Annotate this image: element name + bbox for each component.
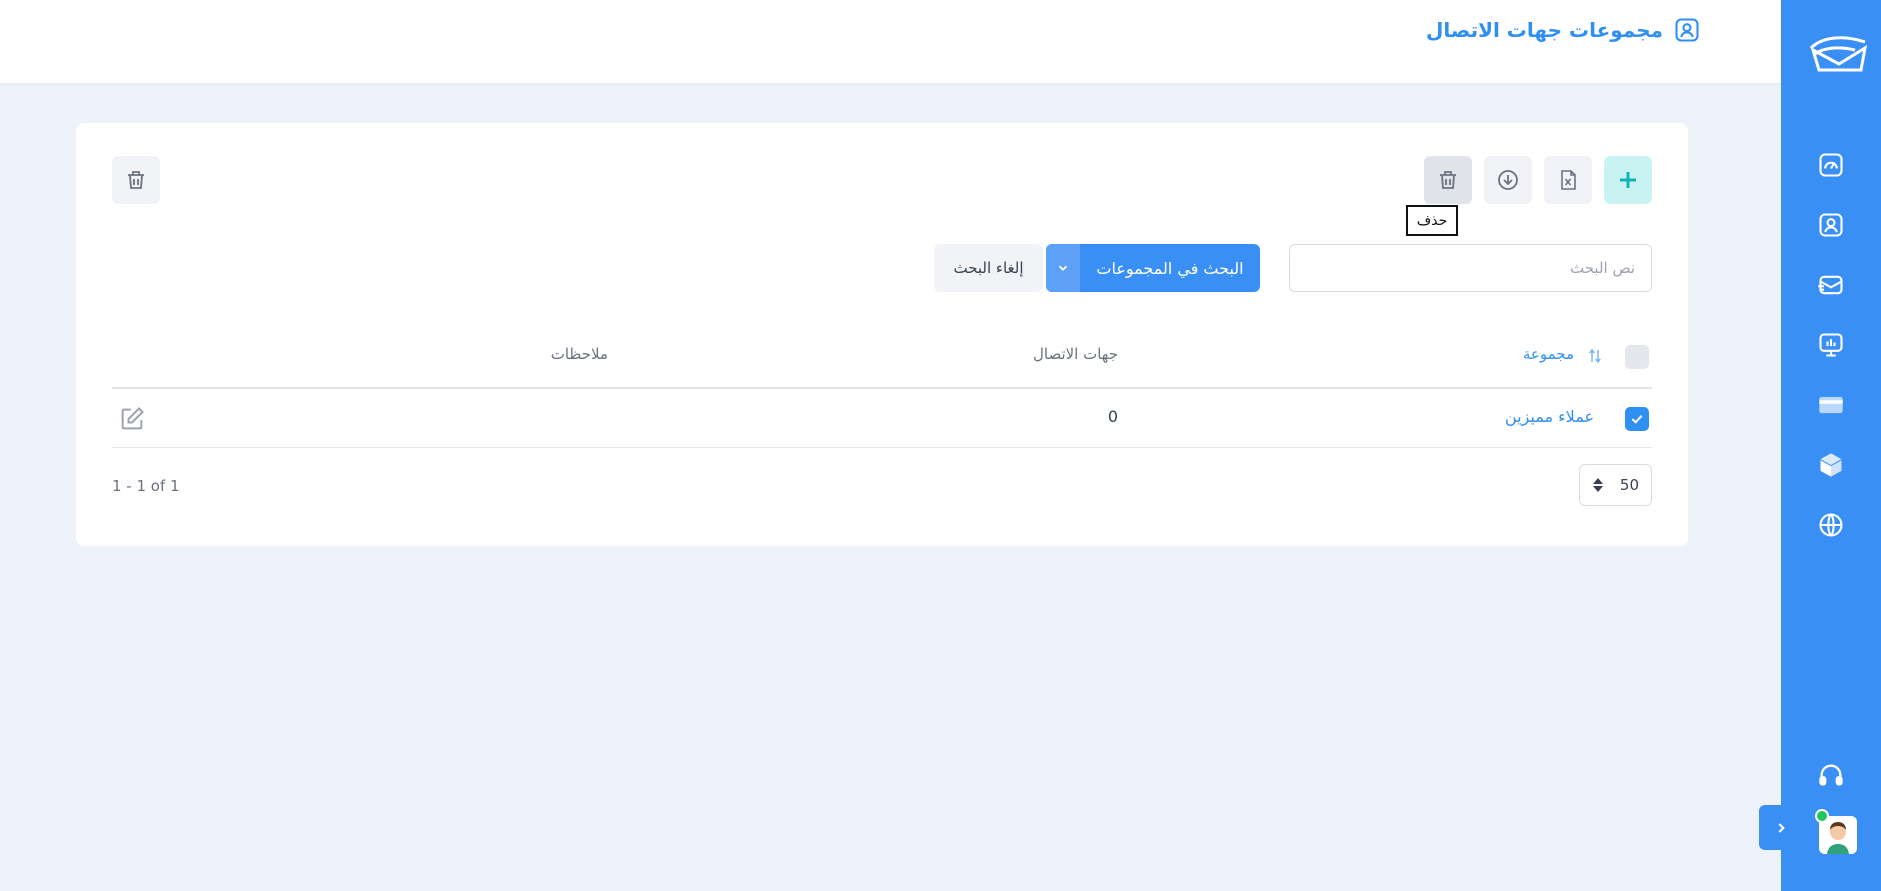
trash-icon: [128, 171, 144, 189]
groups-card: حذف البحث في المجموعات إلغاء البحث مجموع…: [76, 123, 1688, 546]
add-group-button[interactable]: [1604, 156, 1652, 204]
download-icon: [1498, 170, 1518, 190]
pagination-summary: 1 - 1 of 1: [112, 477, 180, 495]
dashboard-icon: [1819, 153, 1843, 177]
bulk-delete-button[interactable]: [112, 156, 160, 204]
search-groups-label: البحث في المجموعات: [1096, 258, 1244, 278]
sidebar-item-messages[interactable]: [1816, 270, 1846, 300]
sidebar-item-globe[interactable]: [1816, 510, 1846, 540]
contact-card-icon: [1675, 18, 1699, 42]
sidebar-item-dashboard[interactable]: [1816, 150, 1846, 180]
sidebar-item-billing[interactable]: [1816, 390, 1846, 420]
logo-icon[interactable]: [1805, 28, 1871, 78]
sidebar-item-packages[interactable]: [1816, 450, 1846, 480]
headset-icon: [1819, 764, 1843, 786]
row-checkbox[interactable]: [1625, 407, 1649, 431]
page-title: مجموعات جهات الاتصال: [1426, 16, 1701, 44]
messages-icon: [1818, 275, 1843, 295]
edit-icon[interactable]: [118, 405, 146, 433]
delete-tooltip: حذف: [1406, 205, 1458, 236]
delete-button[interactable]: [1424, 156, 1472, 204]
search-input[interactable]: [1289, 244, 1652, 292]
excel-file-icon: [1561, 170, 1576, 190]
group-name-link[interactable]: عملاء مميزين: [1505, 407, 1594, 426]
download-button[interactable]: [1484, 156, 1532, 204]
search-options-dropdown[interactable]: [1046, 244, 1080, 292]
check-icon: [1631, 414, 1643, 424]
sidebar-item-support[interactable]: [1816, 760, 1846, 790]
page-size-value: 50: [1619, 476, 1639, 494]
sidebar-toggle-button[interactable]: [1759, 805, 1803, 850]
column-header-group[interactable]: مجموعة: [1523, 345, 1574, 363]
globe-icon: [1819, 513, 1843, 537]
cancel-search-button[interactable]: إلغاء البحث: [934, 244, 1043, 292]
chevron-right-icon: [1778, 822, 1785, 833]
column-header-contacts: جهات الاتصال: [1032, 345, 1118, 363]
top-bar: مجموعات جهات الاتصال: [0, 0, 1781, 83]
page-size-select[interactable]: 50: [1579, 464, 1652, 506]
column-header-notes: ملاحظات: [550, 345, 608, 363]
chevron-down-icon: [1058, 265, 1068, 271]
trash-icon: [1440, 171, 1456, 189]
contacts-icon: [1819, 213, 1843, 237]
packages-icon: [1820, 453, 1842, 477]
sort-icon[interactable]: [1586, 347, 1604, 365]
plus-icon: [1620, 172, 1636, 188]
sidebar: [1759, 0, 1881, 891]
page-title-text: مجموعات جهات الاتصال: [1426, 18, 1663, 42]
online-status-indicator: [1815, 809, 1829, 823]
sort-arrows-icon: [1593, 478, 1603, 492]
row-divider: [112, 447, 1652, 448]
contacts-count: 0: [1107, 407, 1118, 426]
sidebar-item-reports[interactable]: [1816, 330, 1846, 360]
select-all-checkbox[interactable]: [1625, 345, 1649, 369]
export-excel-button[interactable]: [1544, 156, 1592, 204]
billing-icon: [1819, 396, 1843, 414]
header-divider: [112, 387, 1652, 389]
sidebar-item-contacts[interactable]: [1816, 210, 1846, 240]
reports-icon: [1819, 333, 1843, 357]
search-groups-button[interactable]: البحث في المجموعات: [1046, 244, 1260, 292]
